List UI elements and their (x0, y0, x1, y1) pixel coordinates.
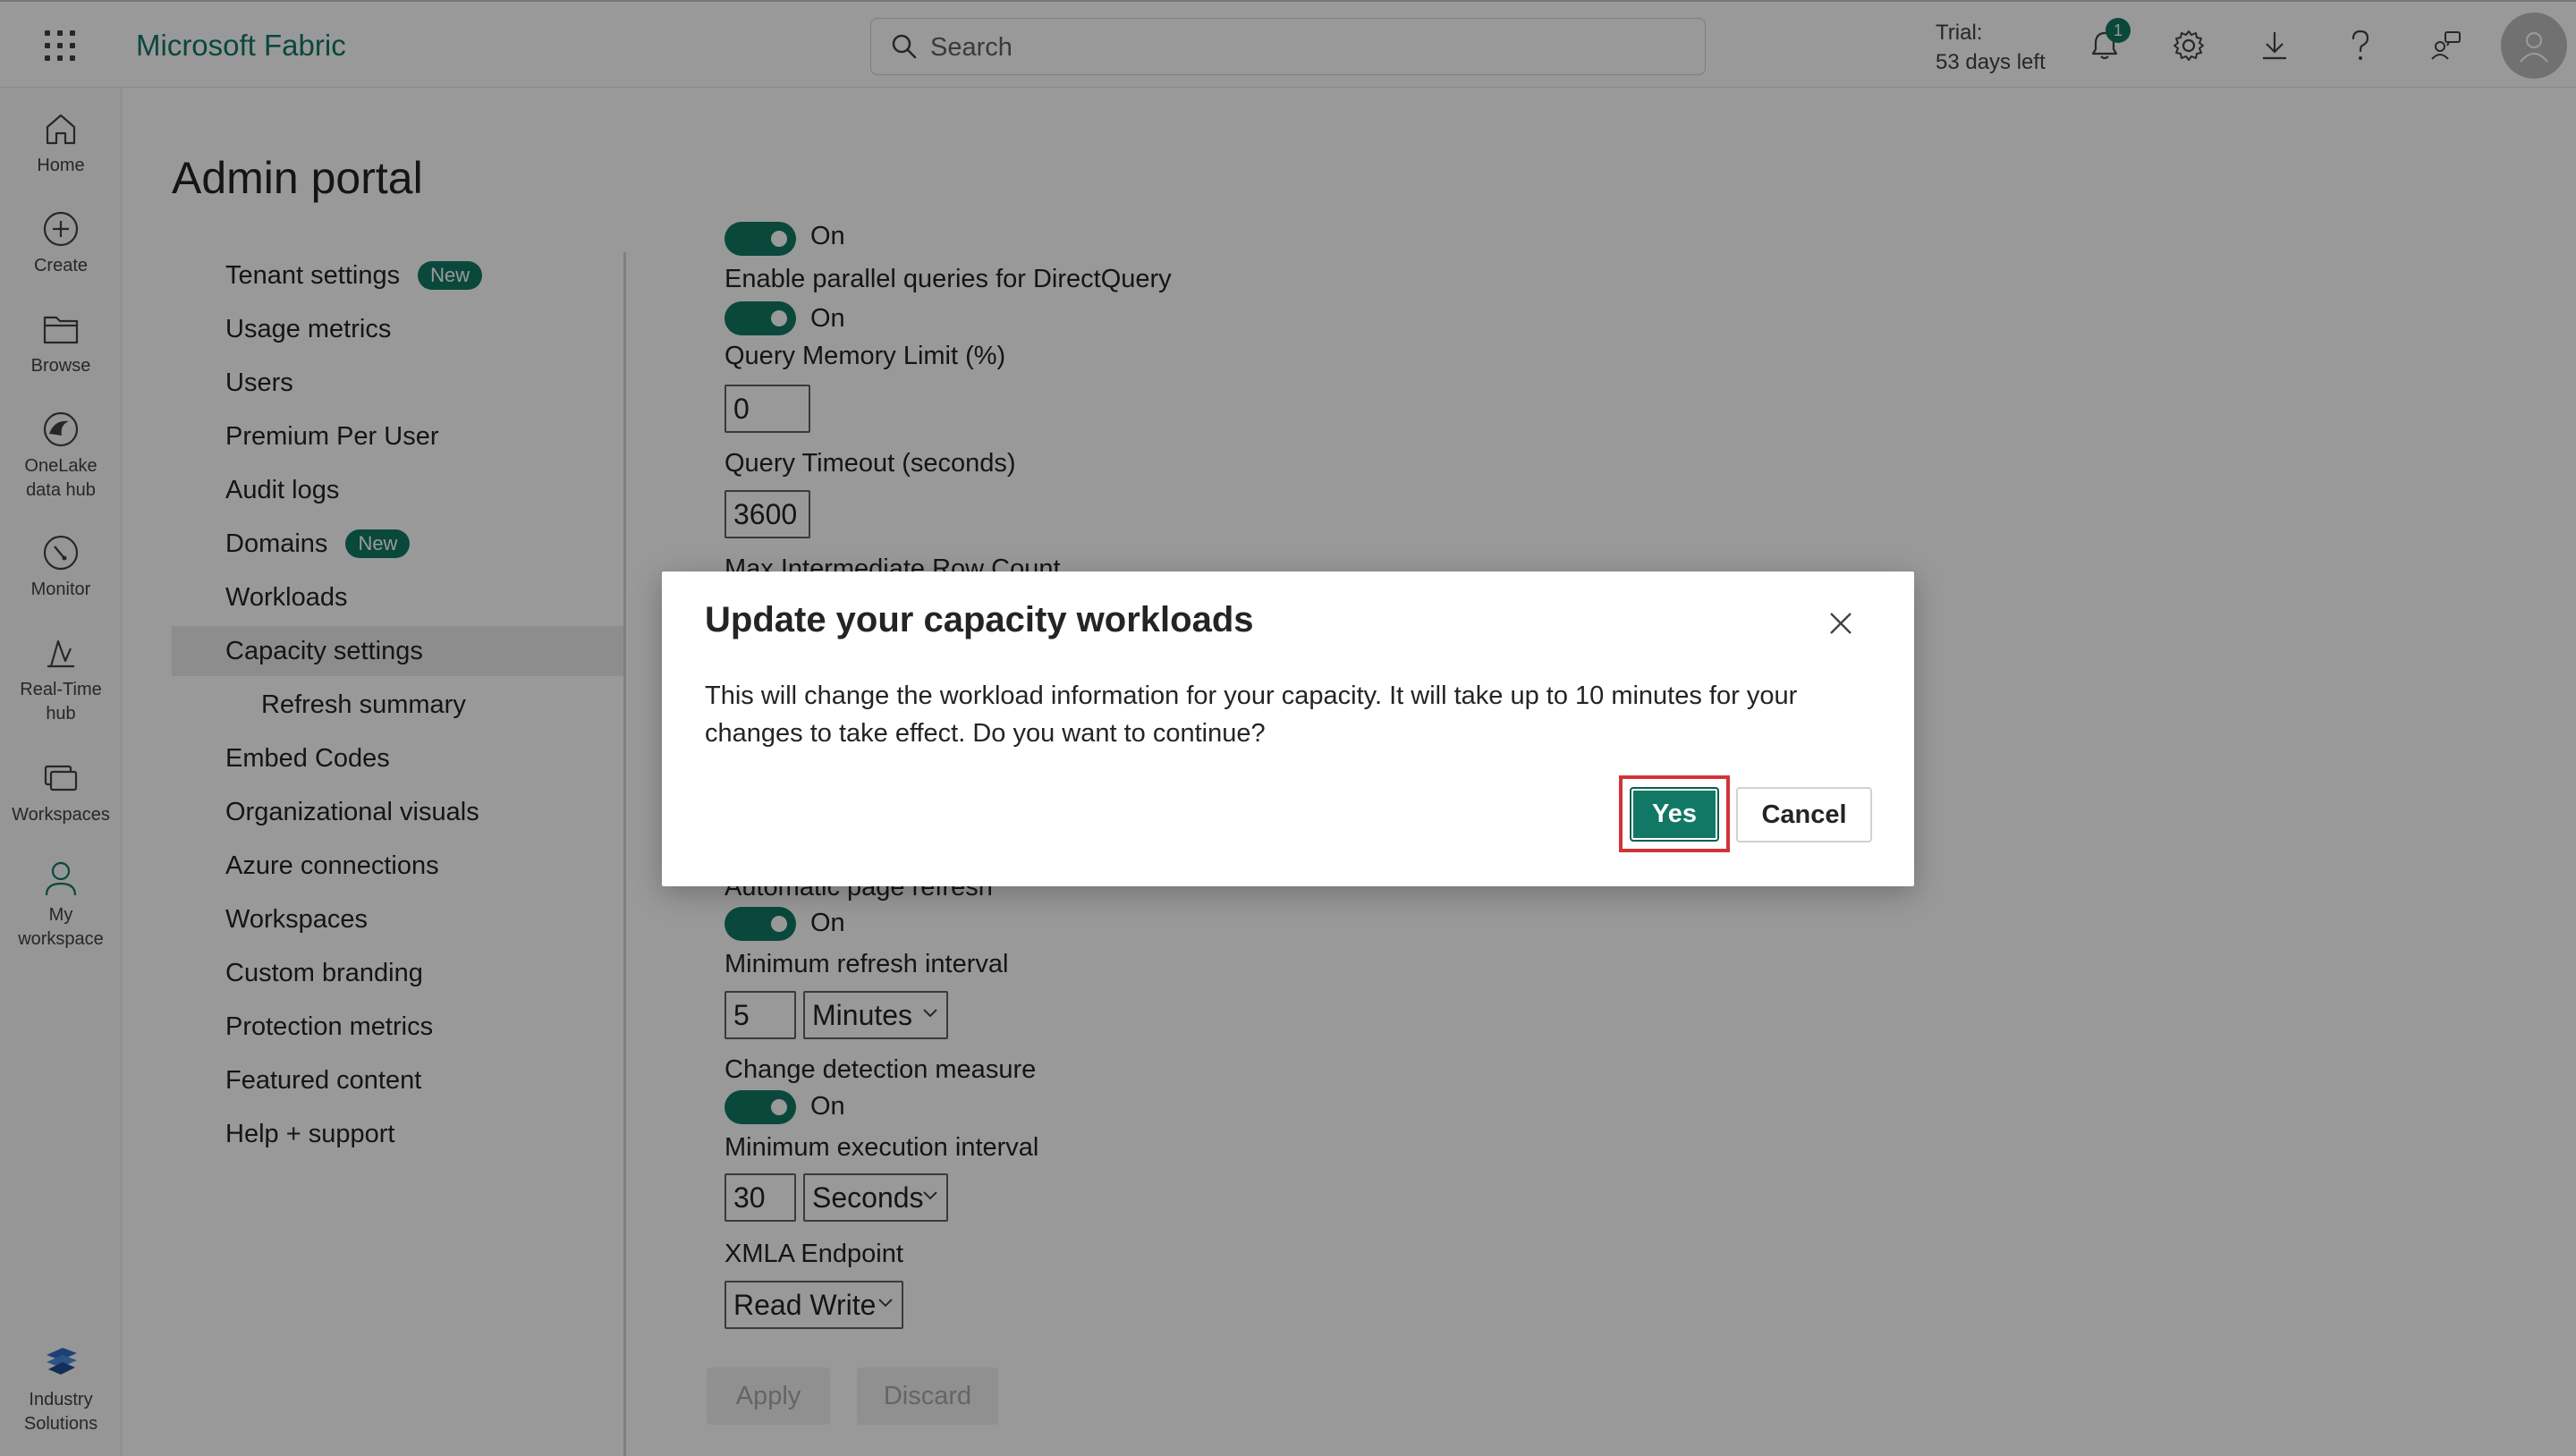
close-icon (1830, 613, 1852, 634)
dialog-title: Update your capacity workloads (705, 600, 1254, 639)
dialog-message: This will change the workload informatio… (705, 681, 1798, 748)
dialog-close-button[interactable] (1821, 604, 1860, 643)
cancel-button[interactable]: Cancel (1736, 787, 1872, 842)
yes-button[interactable]: Yes (1630, 787, 1719, 842)
update-workloads-dialog: Update your capacity workloads This will… (662, 571, 1914, 886)
